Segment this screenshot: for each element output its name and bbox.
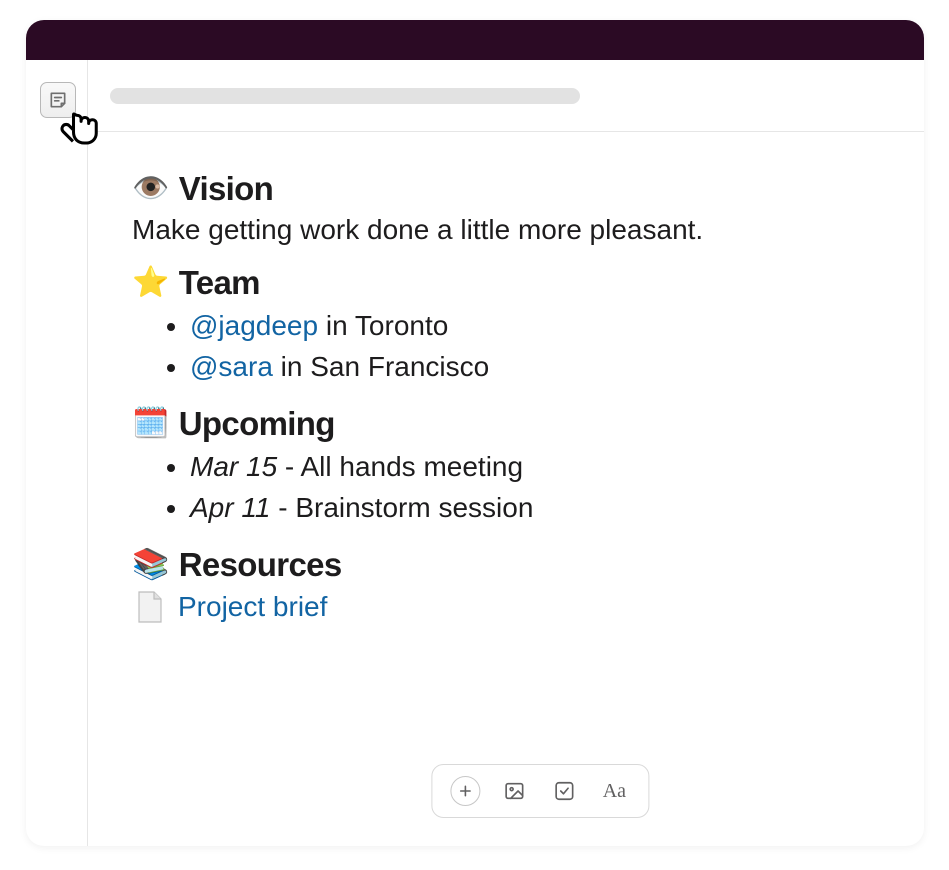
titlebar <box>26 20 924 60</box>
list-item: @jagdeep in Toronto <box>190 306 880 347</box>
date: Apr 11 <box>190 492 270 523</box>
list-item: @sara in San Francisco <box>190 347 880 388</box>
sep: - <box>277 451 300 482</box>
checkbox-button[interactable] <box>548 775 580 807</box>
list-item: Apr 11 - Brainstorm session <box>190 488 880 529</box>
mention-sara[interactable]: @sara <box>190 351 273 382</box>
mention-jagdeep[interactable]: @jagdeep <box>190 310 318 341</box>
heading-text: Upcoming <box>179 405 335 443</box>
file-icon <box>136 590 164 624</box>
heading-vision: 👁️ Vision <box>132 170 880 208</box>
heading-team: ⭐ Team <box>132 264 880 302</box>
team-list: @jagdeep in Toronto @sara in San Francis… <box>132 306 880 387</box>
books-icon: 📚 <box>132 550 169 580</box>
desc: Brainstorm session <box>295 492 533 523</box>
heading-text: Resources <box>179 546 342 584</box>
desc: All hands meeting <box>301 451 524 482</box>
resource-link[interactable]: Project brief <box>178 591 327 623</box>
image-button[interactable] <box>498 775 530 807</box>
eye-icon: 👁️ <box>132 174 169 204</box>
upcoming-list: Mar 15 - All hands meeting Apr 11 - Brai… <box>132 447 880 528</box>
checkbox-icon <box>553 780 575 802</box>
vision-text: Make getting work done a little more ple… <box>132 214 880 246</box>
note-icon <box>48 90 68 110</box>
canvas-button[interactable] <box>40 82 76 118</box>
list-item: Mar 15 - All hands meeting <box>190 447 880 488</box>
text-format-button[interactable]: Aa <box>598 775 630 807</box>
resource-row: Project brief <box>132 590 880 624</box>
date: Mar 15 <box>190 451 277 482</box>
left-rail <box>26 60 88 846</box>
text: in San Francisco <box>273 351 489 382</box>
document-body[interactable]: 👁️ Vision Make getting work done a littl… <box>88 132 924 846</box>
star-icon: ⭐ <box>132 268 169 298</box>
text: in Toronto <box>318 310 448 341</box>
title-placeholder[interactable] <box>110 88 580 104</box>
main-area: 👁️ Vision Make getting work done a littl… <box>26 60 924 846</box>
heading-resources: 📚 Resources <box>132 546 880 584</box>
document-header <box>88 60 924 132</box>
image-icon <box>503 780 525 802</box>
formatting-toolbar: Aa <box>431 764 649 818</box>
add-button[interactable] <box>450 776 480 806</box>
aa-icon: Aa <box>603 780 626 803</box>
heading-text: Team <box>179 264 260 302</box>
plus-icon <box>457 783 473 799</box>
app-window: 👁️ Vision Make getting work done a littl… <box>26 20 924 846</box>
content-column: 👁️ Vision Make getting work done a littl… <box>88 60 924 846</box>
sep: - <box>270 492 295 523</box>
heading-text: Vision <box>179 170 273 208</box>
heading-upcoming: 🗓️ Upcoming <box>132 405 880 443</box>
calendar-icon: 🗓️ <box>132 409 169 439</box>
